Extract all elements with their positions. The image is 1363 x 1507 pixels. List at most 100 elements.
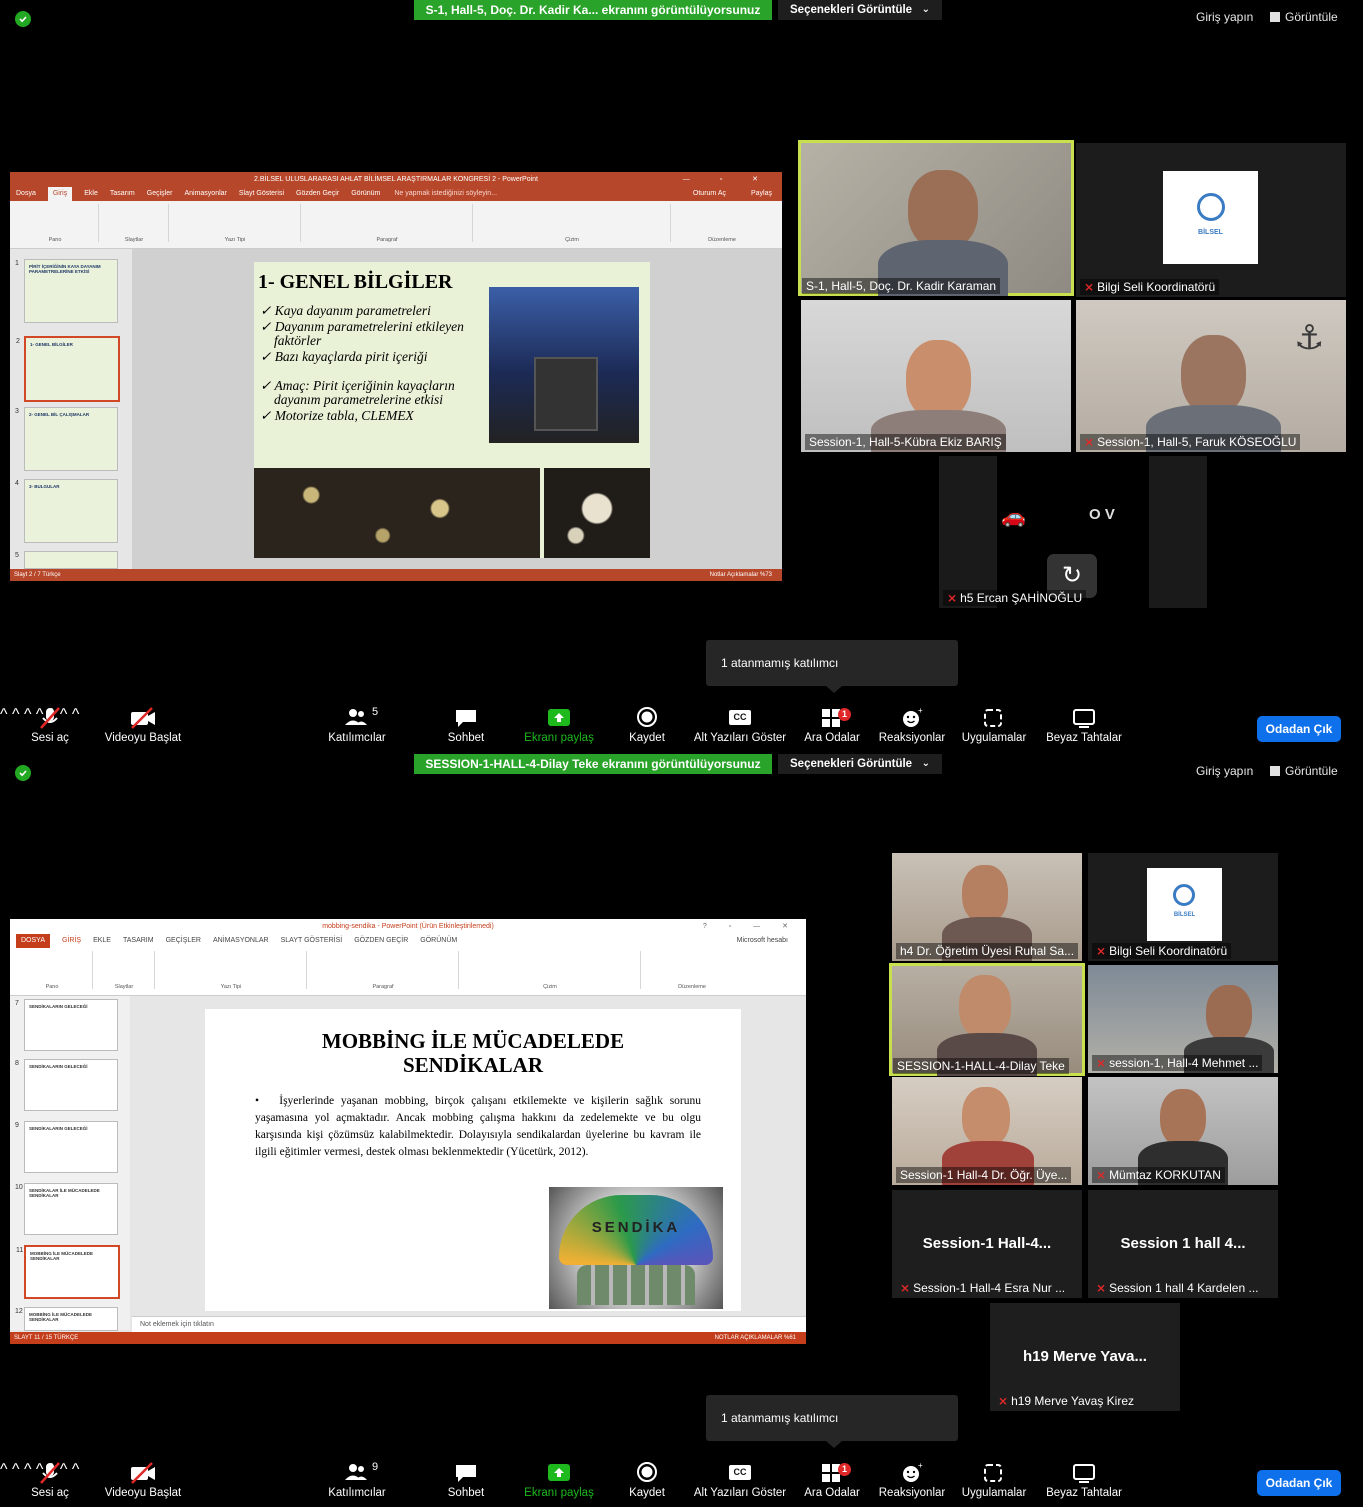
captions-button[interactable]: CC Alt Yazıları Göster [692,1461,788,1499]
shared-powerpoint-window[interactable]: 2.BİLSEL ULUSLARARASI AHLAT BİLİMSEL ARA… [10,172,782,581]
unassigned-participant-tooltip: 1 atanmamış katılımcı [706,1395,958,1448]
chevron-up-icon[interactable]: ^ [12,1461,20,1478]
video-tile[interactable]: Session-1, Hall-5-Kübra Ekiz BARIŞ [801,300,1071,452]
ppt-tab[interactable]: ANİMASYONLAR [213,934,269,948]
slide-thumbnail[interactable]: 7 SENDİKALARIN GELECEĞİ [15,999,118,1051]
video-tile[interactable]: ⨯ session-1, Hall-4 Mehmet ... [1088,965,1278,1073]
ppt-tab[interactable]: Geçişler [147,187,173,201]
ppt-tab[interactable]: TASARIM [123,934,154,948]
whiteboards-button[interactable]: Beyaz Tahtalar [1045,706,1123,744]
encryption-shield-icon[interactable] [15,765,31,781]
ppt-tab[interactable]: GEÇİŞLER [166,934,201,948]
unmute-button[interactable]: Sesi aç [26,1461,74,1499]
video-tile[interactable]: Session-1 Hall-4... ⨯ Session-1 Hall-4 Es… [892,1190,1082,1298]
record-button[interactable]: Kaydet [626,1461,668,1499]
breakout-rooms-button[interactable]: 1 Ara Odalar [804,706,860,744]
encryption-shield-icon[interactable] [15,11,31,27]
slide-thumbnail[interactable]: 8 SENDİKALARIN GELECEĞİ [15,1059,118,1111]
current-slide[interactable]: MOBBİNG İLE MÜCADELEDE SENDİKALAR • İşye… [205,1009,741,1311]
ppt-account[interactable]: Microsoft hesabı [737,934,788,948]
ppt-tab[interactable]: Görünüm [351,187,380,201]
chevron-up-icon[interactable]: ^ [12,706,20,723]
participants-button[interactable]: 9 Katılımcılar [326,1461,388,1499]
login-link[interactable]: Giriş yapın [1196,10,1253,24]
video-tile[interactable]: S-1, Hall-5, Doç. Dr. Kadir Karaman [798,140,1074,296]
ppt-tell-me[interactable]: Ne yapmak istediğinizi söyleyin... [394,187,497,201]
ppt-tab[interactable]: DOSYA [16,934,50,948]
slide-heading-line: MOBBİNG İLE MÜCADELEDE [321,1029,625,1053]
video-tile[interactable]: ⚓ ⨯ Session-1, Hall-5, Faruk KÖSEOĞLU [1076,300,1346,452]
breakout-rooms-button[interactable]: 1 Ara Odalar [804,1461,860,1499]
slide-thumbnail[interactable]: 9 SENDİKALARIN GELECEĞİ [15,1121,118,1173]
reactions-button[interactable]: + Reaksiyonlar [878,706,946,744]
view-button[interactable]: Görüntüle [1270,10,1338,24]
login-link[interactable]: Giriş yapın [1196,764,1253,778]
participant-display-name: Session 1 hall 4... [1120,1235,1246,1253]
video-tile[interactable]: ⨯ Mümtaz KORKUTAN [1088,1077,1278,1185]
video-tile[interactable]: Session-1 Hall-4 Dr. Öğr. Üye... [892,1077,1082,1185]
chevron-up-icon[interactable]: ^ [0,1461,8,1478]
slide-thumbnail[interactable]: 3 2- GENEL BİL ÇALIŞMALAR [15,407,118,471]
ppt-menubar: DOSYA GİRİŞ EKLE TASARIM GEÇİŞLER ANİMASYONLA… [10,934,806,948]
mic-off-icon [26,1461,74,1487]
ppt-tab[interactable]: GÖZDEN GEÇİR [354,934,408,948]
chat-button[interactable]: Sohbet [444,1461,488,1499]
slide-thumbnail[interactable]: 11 MOBBİNG İLE MÜCADELEDE SENDİKALAR [16,1245,120,1299]
view-options-button[interactable]: Seçenekleri Görüntüle ⌄ [778,0,942,20]
notes-area[interactable]: Not eklemek için tıklatın [132,1316,806,1333]
current-slide[interactable]: 1- GENEL BİLGİLER ✓ Kaya dayanım paramet… [254,262,650,558]
video-tile[interactable]: BİLSEL ⨯ Bilgi Seli Koordinatörü [1076,143,1346,297]
ppt-status-left: Slayt 2 / 7 Türkçe [14,572,61,578]
chevron-up-icon[interactable]: ^ [0,706,8,723]
video-tile[interactable]: h19 Merve Yava... ⨯ h19 Merve Yavaş Kirez [990,1303,1180,1411]
start-video-button[interactable]: Videoyu Başlat [102,706,184,744]
leave-room-button[interactable]: Odadan Çık [1257,716,1341,742]
slide-thumbnail[interactable]: 10 SENDİKALAR İLE MÜCADELEDE SENDİKALAR [15,1183,118,1235]
apps-button[interactable]: Uygulamalar [960,706,1028,744]
ppt-tab[interactable]: EKLE [93,934,111,948]
ppt-tab[interactable]: Dosya [16,187,36,201]
ribbon-group-label: Slaytlar [124,237,144,243]
apps-button[interactable]: Uygulamalar [960,1461,1028,1499]
ppt-tab[interactable]: Tasarım [110,187,135,201]
unmute-button[interactable]: Sesi aç [26,706,74,744]
thumbnail-title: PİRİT İÇERİĞİNİN KAYA DAYANIM PARAMETREL… [29,264,101,274]
slide-thumbnail[interactable]: 5 [15,551,118,569]
leave-room-button[interactable]: Odadan Çık [1257,1470,1341,1496]
video-tile[interactable]: h4 Dr. Öğretim Üyesi Ruhal Sa... [892,853,1082,961]
start-video-button[interactable]: Videoyu Başlat [102,1461,184,1499]
share-screen-button[interactable]: Ekranı paylaş [524,1461,594,1499]
video-tile[interactable]: Session 1 hall 4... ⨯ Session 1 hall 4 Ka… [1088,1190,1278,1298]
captions-button[interactable]: CC Alt Yazıları Göster [692,706,788,744]
ppt-tab[interactable]: GİRİŞ [62,934,81,948]
ribbon-group: Yazı Tipi [156,951,307,990]
participant-name-text: session-1, Hall-4 Mehmet ... [1109,1056,1259,1070]
record-button[interactable]: Kaydet [626,706,668,744]
whiteboards-button[interactable]: Beyaz Tahtalar [1045,1461,1123,1499]
ppt-tab[interactable]: GÖRÜNÜM [420,934,457,948]
view-button[interactable]: Görüntüle [1270,764,1338,778]
slide-thumbnail[interactable]: 2 1- GENEL BİLGİLER [16,336,120,402]
ppt-tab[interactable]: SLAYT GÖSTERİSİ [281,934,343,948]
ppt-tab[interactable]: Gözden Geçir [296,187,339,201]
ppt-tab[interactable]: Animasyonlar [184,187,226,201]
slide-thumbnail[interactable]: 1 PİRİT İÇERİĞİNİN KAYA DAYANIM PARAMETRE… [15,259,118,323]
chat-button[interactable]: Sohbet [444,706,488,744]
video-tile[interactable]: SESSION-1-HALL-4-Dilay Teke [889,963,1085,1076]
video-tile[interactable]: 🚗 O V ↻ ⨯ h5 Ercan ŞAHİNOĞLU [939,456,1207,608]
view-options-button[interactable]: Seçenekleri Görüntüle ⌄ [778,754,942,774]
slide-thumbnail[interactable]: 4 3- BULGULAR [15,479,118,543]
ppt-tab[interactable]: Ekle [84,187,98,201]
video-tile[interactable]: BİLSEL ⨯ Bilgi Seli Koordinatörü [1088,853,1278,961]
chat-label: Sohbet [447,1487,485,1499]
shared-powerpoint-window[interactable]: mobbing-sendika - PowerPoint (Ürün Etkin… [10,919,806,1344]
reactions-button[interactable]: + Reaksiyonlar [878,1461,946,1499]
ppt-tab[interactable]: Slayt Gösterisi [239,187,284,201]
slide-thumbnail[interactable]: 12 MOBBİNG İLE MÜCADELEDE SENDİKALAR [15,1307,118,1331]
ppt-sign-in[interactable]: Oturum Aç [693,187,726,201]
participants-button[interactable]: 5 Katılımcılar [326,706,388,744]
ppt-share[interactable]: Paylaş [751,187,772,201]
ribbon-group-label: Yazı Tipi [224,237,246,243]
share-screen-button[interactable]: Ekranı paylaş [524,706,594,744]
ppt-tab[interactable]: Giriş [47,187,73,201]
